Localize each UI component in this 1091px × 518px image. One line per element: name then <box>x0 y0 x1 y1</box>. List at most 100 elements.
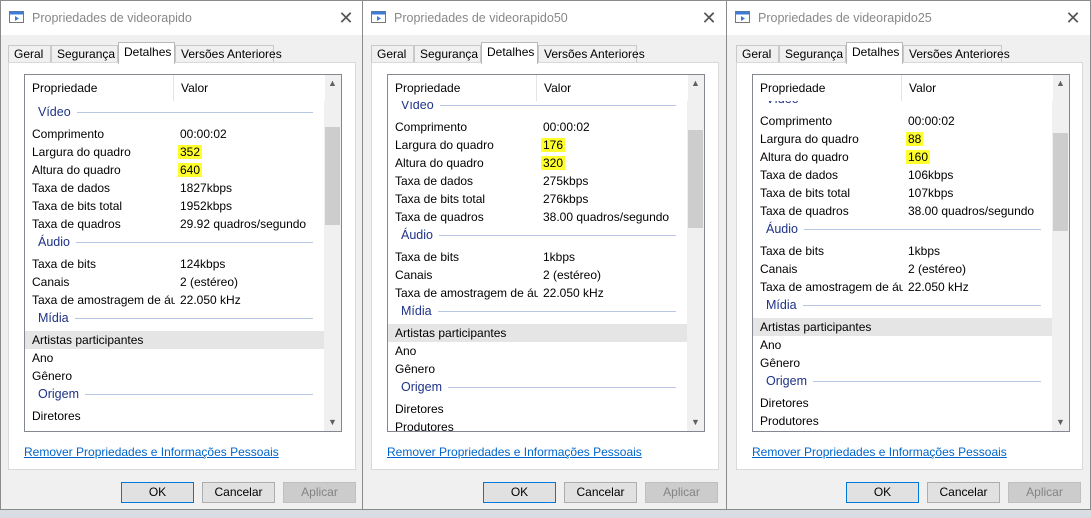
close-button[interactable]: ✕ <box>329 1 363 35</box>
property-name: Diretores <box>32 409 81 423</box>
property-row-altura-do-quadro[interactable]: Altura do quadro 640 <box>25 161 325 179</box>
property-row-comprimento[interactable]: Comprimento 00:00:02 <box>388 118 688 136</box>
title-bar[interactable]: Propriedades de videorapido50 ✕ <box>363 1 726 35</box>
property-row-largura-do-quadro[interactable]: Largura do quadro 88 <box>753 130 1053 148</box>
column-header-value[interactable]: Valor <box>174 75 314 101</box>
property-row-taxa-de-quadros[interactable]: Taxa de quadros 38.00 quadros/segundo <box>753 202 1053 220</box>
apply-button[interactable]: Aplicar <box>283 482 356 503</box>
column-header-property[interactable]: Propriedade <box>25 75 174 101</box>
tab-seguranca[interactable]: Segurança <box>51 45 118 62</box>
property-row-taxa-de-bits-total[interactable]: Taxa de bits total 107kbps <box>753 184 1053 202</box>
property-row-artistas-participantes[interactable]: Artistas participantes <box>753 318 1053 336</box>
property-row-taxa-de-quadros[interactable]: Taxa de quadros 38.00 quadros/segundo <box>388 208 688 226</box>
property-row-produtores[interactable]: Produtores <box>388 418 688 431</box>
tab-versoes-anteriores[interactable]: Versões Anteriores <box>903 45 1010 62</box>
close-button[interactable]: ✕ <box>1056 1 1090 35</box>
remove-properties-link[interactable]: Remover Propriedades e Informações Pesso… <box>24 445 279 459</box>
property-row-taxa-de-dados[interactable]: Taxa de dados 275kbps <box>388 172 688 190</box>
scroll-thumb[interactable] <box>688 130 703 228</box>
tab-versoes-anteriores[interactable]: Versões Anteriores <box>538 45 645 62</box>
column-header-value[interactable]: Valor <box>537 75 677 101</box>
tab-geral[interactable]: Geral <box>8 45 51 62</box>
property-row-taxa-de-dados[interactable]: Taxa de dados 106kbps <box>753 166 1053 184</box>
property-row-ano[interactable]: Ano <box>25 349 325 367</box>
tab-versoes-anteriores[interactable]: Versões Anteriores <box>175 45 282 62</box>
property-value: 88 <box>906 130 924 148</box>
column-header-value[interactable]: Valor <box>902 75 1042 101</box>
vertical-scrollbar[interactable]: ▲ ▼ <box>687 75 704 431</box>
remove-properties-link[interactable]: Remover Propriedades e Informações Pesso… <box>387 445 642 459</box>
property-row-canais[interactable]: Canais 2 (estéreo) <box>753 260 1053 278</box>
property-row-largura-do-quadro[interactable]: Largura do quadro 352 <box>25 143 325 161</box>
cancel-button[interactable]: Cancelar <box>564 482 637 503</box>
ok-button[interactable]: OK <box>483 482 556 503</box>
property-name: Taxa de bits <box>760 244 825 258</box>
property-row-diretores[interactable]: Diretores <box>25 407 325 425</box>
property-row-diretores[interactable]: Diretores <box>388 400 688 418</box>
apply-button[interactable]: Aplicar <box>1008 482 1081 503</box>
close-button[interactable]: ✕ <box>692 1 726 35</box>
property-row-comprimento[interactable]: Comprimento 00:00:02 <box>25 125 325 143</box>
property-row-taxa-de-amostragem-de-audio[interactable]: Taxa de amostragem de áudio 22.050 kHz <box>25 291 325 309</box>
property-row-ano[interactable]: Ano <box>753 336 1053 354</box>
property-row-taxa-de-amostragem-de-audio[interactable]: Taxa de amostragem de áudio 22.050 kHz <box>388 284 688 302</box>
ok-button[interactable]: OK <box>121 482 194 503</box>
tab-seguranca[interactable]: Segurança <box>779 45 846 62</box>
property-row-taxa-de-dados[interactable]: Taxa de dados 1827kbps <box>25 179 325 197</box>
property-row-artistas-participantes[interactable]: Artistas participantes <box>25 331 325 349</box>
title-bar[interactable]: Propriedades de videorapido25 ✕ <box>727 1 1090 35</box>
property-row-taxa-de-bits[interactable]: Taxa de bits 124kbps <box>25 255 325 273</box>
scroll-down-arrow-icon[interactable]: ▼ <box>324 414 341 431</box>
property-row-genero[interactable]: Gênero <box>388 360 688 378</box>
scroll-up-arrow-icon[interactable]: ▲ <box>324 75 341 92</box>
scroll-up-arrow-icon[interactable]: ▲ <box>687 75 704 92</box>
column-header-property[interactable]: Propriedade <box>388 75 537 101</box>
tab-detalhes[interactable]: Detalhes <box>846 42 903 64</box>
property-row-ano[interactable]: Ano <box>388 342 688 360</box>
property-row-genero[interactable]: Gênero <box>753 354 1053 372</box>
property-row-taxa-de-bits[interactable]: Taxa de bits 1kbps <box>753 242 1053 260</box>
property-row-taxa-de-bits[interactable]: Taxa de bits 1kbps <box>388 248 688 266</box>
property-row-altura-do-quadro[interactable]: Altura do quadro 160 <box>753 148 1053 166</box>
property-row-artistas-participantes[interactable]: Artistas participantes <box>388 324 688 342</box>
property-row-diretores[interactable]: Diretores <box>753 394 1053 412</box>
value-text: 00:00:02 <box>543 120 590 134</box>
vertical-scrollbar[interactable]: ▲ ▼ <box>324 75 341 431</box>
cancel-button[interactable]: Cancelar <box>927 482 1000 503</box>
property-row-produtores[interactable]: Produtores <box>753 412 1053 430</box>
property-row-taxa-de-bits-total[interactable]: Taxa de bits total 1952kbps <box>25 197 325 215</box>
vertical-scrollbar[interactable]: ▲ ▼ <box>1052 75 1069 431</box>
scroll-down-arrow-icon[interactable]: ▼ <box>1052 414 1069 431</box>
property-name: Gênero <box>32 369 73 383</box>
property-list[interactable]: Propriedade Valor VídeoComprimento00:00:… <box>387 74 705 432</box>
property-row-taxa-de-quadros[interactable]: Taxa de quadros 29.92 quadros/segundo <box>25 215 325 233</box>
apply-button[interactable]: Aplicar <box>645 482 718 503</box>
tab-geral[interactable]: Geral <box>736 45 779 62</box>
tab-geral[interactable]: Geral <box>371 45 414 62</box>
column-header-property[interactable]: Propriedade <box>753 75 902 101</box>
group-midia: Mídia <box>753 296 1053 314</box>
scroll-down-arrow-icon[interactable]: ▼ <box>687 414 704 431</box>
property-row-taxa-de-amostragem-de-audio[interactable]: Taxa de amostragem de áudio 22.050 kHz <box>753 278 1053 296</box>
scroll-thumb[interactable] <box>325 127 340 225</box>
video-file-icon <box>735 11 750 23</box>
value-text: 2 (estéreo) <box>180 275 239 289</box>
property-list[interactable]: Propriedade Valor VídeoComprimento00:00:… <box>752 74 1070 432</box>
tab-detalhes[interactable]: Detalhes <box>118 42 175 64</box>
tab-detalhes[interactable]: Detalhes <box>481 42 538 64</box>
scroll-up-arrow-icon[interactable]: ▲ <box>1052 75 1069 92</box>
tab-seguranca[interactable]: Segurança <box>414 45 481 62</box>
property-row-canais[interactable]: Canais 2 (estéreo) <box>25 273 325 291</box>
ok-button[interactable]: OK <box>846 482 919 503</box>
remove-properties-link[interactable]: Remover Propriedades e Informações Pesso… <box>752 445 1007 459</box>
property-row-taxa-de-bits-total[interactable]: Taxa de bits total 276kbps <box>388 190 688 208</box>
property-row-altura-do-quadro[interactable]: Altura do quadro 320 <box>388 154 688 172</box>
property-row-comprimento[interactable]: Comprimento 00:00:02 <box>753 112 1053 130</box>
scroll-thumb[interactable] <box>1053 133 1068 231</box>
property-row-genero[interactable]: Gênero <box>25 367 325 385</box>
property-list[interactable]: Propriedade Valor VídeoComprimento00:00:… <box>24 74 342 432</box>
cancel-button[interactable]: Cancelar <box>202 482 275 503</box>
title-bar[interactable]: Propriedades de videorapido ✕ <box>1 1 363 35</box>
property-row-largura-do-quadro[interactable]: Largura do quadro 176 <box>388 136 688 154</box>
property-row-canais[interactable]: Canais 2 (estéreo) <box>388 266 688 284</box>
